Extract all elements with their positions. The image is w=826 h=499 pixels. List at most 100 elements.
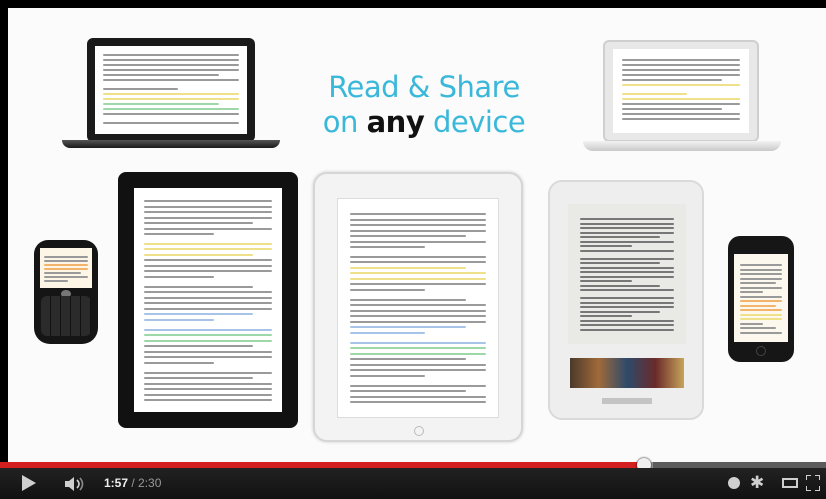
- text-line: [740, 277, 782, 280]
- text-line: [44, 268, 88, 270]
- text-line: [622, 118, 740, 120]
- text-line: [580, 231, 674, 234]
- tablet-white-screen: [337, 198, 499, 418]
- text-line: [350, 347, 486, 350]
- text-line: [622, 74, 740, 76]
- theater-size-icon[interactable]: [782, 478, 798, 488]
- text-line: [580, 236, 660, 238]
- text-line: [740, 322, 764, 325]
- text-line: [144, 382, 272, 385]
- text-line: [103, 64, 239, 66]
- gear-icon[interactable]: ✱: [750, 473, 764, 493]
- text-line: [740, 309, 782, 311]
- headline-line-2: on any device: [304, 105, 544, 140]
- text-line: [144, 264, 272, 267]
- text-line: [580, 280, 632, 283]
- text-line: [144, 388, 272, 391]
- text-line: [740, 286, 782, 289]
- text-line: [350, 277, 486, 280]
- time-display: 1:57 / 2:30: [104, 476, 161, 490]
- text-line: [580, 266, 674, 269]
- text-line: [350, 315, 486, 318]
- headline-on: on: [322, 105, 359, 140]
- text-line: [580, 227, 674, 229]
- text-line: [144, 233, 215, 235]
- text-line: [580, 275, 674, 278]
- text-line: [580, 310, 660, 313]
- text-line: [144, 399, 272, 402]
- text-line: [144, 205, 272, 208]
- text-line: [144, 296, 272, 299]
- text-line: [350, 401, 486, 404]
- text-line: [580, 249, 674, 252]
- text-line: [350, 352, 486, 355]
- text-line: [580, 284, 660, 287]
- video-headline: Read & Share on any device: [304, 70, 544, 141]
- text-line: [144, 318, 215, 321]
- text-line: [350, 246, 425, 248]
- text-line: [350, 331, 425, 334]
- text-line: [144, 211, 272, 213]
- text-line: [740, 264, 782, 266]
- laptop-right-illustration: [603, 40, 759, 142]
- text-line: [144, 377, 253, 380]
- volume-icon[interactable]: [64, 477, 86, 491]
- laptop-left-illustration: [87, 38, 255, 142]
- text-line: [350, 288, 425, 291]
- tablet-home-button: [414, 426, 424, 436]
- text-line: [350, 218, 486, 221]
- text-line: [103, 98, 239, 100]
- captions-icon[interactable]: [728, 477, 740, 489]
- text-line: [350, 266, 466, 269]
- text-line: [580, 324, 674, 327]
- text-line: [622, 59, 740, 61]
- text-line: [350, 390, 466, 393]
- text-line: [622, 98, 740, 100]
- text-line: [350, 369, 486, 372]
- text-line: [144, 285, 253, 288]
- time-separator: /: [128, 476, 139, 490]
- text-line: [580, 301, 674, 304]
- text-line: [622, 69, 740, 71]
- smartphone-screen: [734, 254, 788, 342]
- text-line: [350, 235, 466, 237]
- tablet-white-illustration: [313, 172, 523, 442]
- text-line: [350, 304, 486, 307]
- play-icon[interactable]: [22, 475, 36, 491]
- ereader-logo: [602, 398, 652, 404]
- text-line: [44, 264, 88, 266]
- text-line: [144, 253, 253, 256]
- text-line: [622, 103, 740, 105]
- text-line: [580, 297, 674, 300]
- text-line: [740, 282, 776, 284]
- text-line: [103, 59, 239, 61]
- text-line: [144, 356, 272, 359]
- text-line: [740, 268, 782, 271]
- video-player[interactable]: Read & Share on any device: [0, 0, 826, 462]
- fullscreen-icon[interactable]: [806, 475, 820, 491]
- text-line: [103, 69, 239, 71]
- ereader-illustration: [548, 180, 704, 420]
- text-line: [740, 304, 776, 307]
- text-line: [350, 309, 486, 312]
- text-line: [622, 93, 687, 95]
- text-line: [350, 395, 486, 398]
- text-line: [580, 315, 632, 318]
- text-line: [103, 54, 239, 56]
- text-line: [144, 248, 272, 251]
- text-line: [622, 79, 723, 81]
- text-line: [740, 313, 782, 316]
- text-line: [144, 200, 272, 202]
- tablet-black-screen: [134, 188, 282, 412]
- text-line: [103, 74, 219, 76]
- text-line: [103, 103, 219, 105]
- text-line: [622, 108, 723, 110]
- headline-device: device: [432, 105, 526, 140]
- text-line: [580, 262, 660, 265]
- text-line: [580, 218, 674, 220]
- text-line: [144, 259, 272, 262]
- smartphone-home-button: [756, 346, 766, 356]
- text-line: [144, 242, 272, 245]
- text-line: [144, 334, 272, 337]
- text-line: [350, 255, 486, 258]
